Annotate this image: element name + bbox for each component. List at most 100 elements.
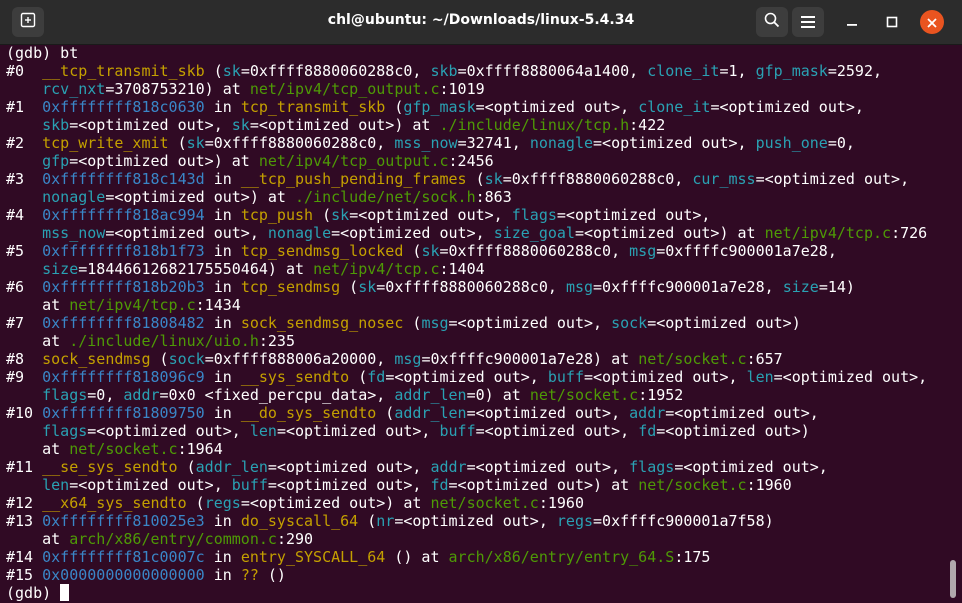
text-segment-addr: 0xffffffff81808482 (42, 314, 205, 332)
minimize-button[interactable] (840, 10, 864, 34)
text-segment-frameno: #7 (6, 314, 43, 332)
search-button[interactable] (756, 7, 788, 37)
text-segment-plain: =<optimized out>) at (240, 494, 431, 512)
terminal-line: #3 0xffffffff818c143d in __tcp_push_pend… (6, 170, 936, 188)
close-button[interactable] (920, 10, 944, 34)
terminal-line: #8 sock_sendmsg (sock=0xffff888006a20000… (6, 350, 936, 368)
terminal-line: at ./include/linux/uio.h:235 (6, 332, 936, 350)
maximize-icon (886, 13, 898, 32)
text-segment-plain: =<optimized out>, (475, 98, 639, 116)
text-segment-param: sk (484, 170, 503, 188)
text-segment-param: sk (358, 278, 377, 296)
text-segment-addr: 0xffffffff818c143d (42, 170, 205, 188)
text-segment-plain: =<optimized out>, (69, 116, 232, 134)
text-segment-func: __se_sys_sendto (42, 458, 178, 476)
text-segment-frameno: #3 (6, 170, 43, 188)
text-segment-param: addr (629, 404, 666, 422)
text-segment-plain: =<optimized out>) (656, 422, 810, 440)
text-segment-plain: () (258, 566, 286, 584)
text-segment-param: clone_it (638, 98, 711, 116)
text-segment-plain: =<optimized out>) at (105, 188, 295, 206)
text-segment-addr: 0xffffffff818b20b3 (42, 278, 205, 296)
text-segment-plain (6, 188, 42, 206)
text-segment-plain: ( (313, 206, 332, 224)
text-segment-param: buff (231, 476, 268, 494)
text-segment-path: net/socket.c (69, 440, 178, 458)
text-segment-plain: =<optimized out>) at (249, 116, 440, 134)
text-segment-param: flags (42, 386, 88, 404)
text-segment-plain: =<optimized out>) at (448, 476, 639, 494)
text-segment-plain: ( (376, 404, 395, 422)
text-segment-plain: :422 (629, 116, 666, 134)
text-segment-path: net/ipv4/tcp.c (764, 224, 892, 242)
text-segment-plain: =<optimized out>, (665, 404, 819, 422)
text-segment-frameno: #13 (6, 512, 43, 530)
terminal-line: #15 0x0000000000000000 in ?? () (6, 566, 936, 584)
text-segment-plain: :175 (674, 548, 711, 566)
text-segment-param: nr (376, 512, 395, 530)
scrollbar-thumb[interactable] (950, 560, 956, 598)
text-segment-param: len (746, 368, 774, 386)
text-segment-param: addr_len (394, 386, 467, 404)
close-icon (927, 13, 937, 32)
prompt-line[interactable]: (gdb) (6, 584, 936, 602)
text-segment-path: ./include/linux/tcp.h (439, 116, 630, 134)
text-segment-plain: =32741, (457, 134, 530, 152)
text-segment-plain: ( (403, 242, 422, 260)
text-segment-plain: :1434 (195, 296, 241, 314)
text-segment-plain: =<optimized out>, (276, 422, 440, 440)
text-segment-param: addr_len (394, 404, 467, 422)
text-segment-param: len (42, 476, 70, 494)
terminal-output[interactable]: (gdb) bt #0 __tcp_transmit_skb (sk=0xffff… (6, 44, 936, 603)
text-segment-plain (6, 422, 42, 440)
text-cursor (60, 584, 70, 601)
text-segment-plain: () at (385, 548, 449, 566)
text-segment-param: fd (367, 368, 386, 386)
terminal-line: #10 0xffffffff81809750 in __do_sys_sendt… (6, 404, 936, 422)
text-segment-frameno: #11 (6, 458, 43, 476)
text-segment-plain: =<optimized out>, (105, 224, 268, 242)
text-segment-plain: =<optimized out>) at (69, 152, 259, 170)
text-segment-param: sock (168, 350, 205, 368)
text-segment-param: flags (629, 458, 675, 476)
text-segment-addr: 0xffffffff810025e3 (42, 512, 205, 530)
text-segment-param: addr_len (195, 458, 268, 476)
text-segment-plain (6, 386, 42, 404)
text-segment-func: sock_sendmsg_nosec (240, 314, 404, 332)
text-segment-plain: =0) at (466, 386, 530, 404)
text-segment-plain: =<optimized out>, (674, 458, 828, 476)
text-segment-plain: :863 (475, 188, 512, 206)
text-segment-param: addr (123, 386, 160, 404)
text-segment-plain: :2456 (448, 152, 494, 170)
text-segment-plain: =<optimized out>) (647, 314, 801, 332)
text-segment-plain: =<optimized out>, (385, 368, 548, 386)
text-segment-param: nonagle (267, 224, 332, 242)
text-segment-plain: =<optimized out>, (267, 476, 431, 494)
text-segment-plain: =0xffffc900001a7e28) at (421, 350, 639, 368)
text-segment-func: __do_sys_sendto (240, 404, 377, 422)
text-segment-param: mss_now (42, 224, 106, 242)
text-segment-frameno: #14 (6, 548, 43, 566)
text-segment-plain: ( (186, 494, 205, 512)
text-segment-addr: 0xffffffff81809750 (42, 404, 205, 422)
text-segment-plain: in (204, 278, 241, 296)
text-segment-plain: ( (204, 62, 223, 80)
text-segment-frameno: #5 (6, 242, 43, 260)
text-segment-plain: ( (403, 314, 422, 332)
text-segment-plain: =<optimized out>, (593, 134, 756, 152)
terminal-line: size=18446612682175550464) at net/ipv4/t… (6, 260, 936, 278)
text-segment-plain: =14) (818, 278, 855, 296)
text-segment-plain (6, 80, 42, 98)
text-segment-plain: =<optimized out>, (584, 368, 747, 386)
terminal-line: #5 0xffffffff818b1f73 in tcp_sendmsg_loc… (6, 242, 936, 260)
menu-button[interactable] (792, 7, 824, 37)
text-segment-param: regs (556, 512, 594, 530)
text-segment-plain (6, 260, 42, 278)
text-segment-plain: in (204, 512, 241, 530)
text-segment-param: sk (222, 62, 241, 80)
maximize-button[interactable] (880, 10, 904, 34)
terminal-line: flags=0, addr=0x0 <fixed_percpu_data>, a… (6, 386, 936, 404)
text-segment-plain: :1404 (439, 260, 485, 278)
text-segment-func: __x64_sys_sendto (42, 494, 187, 512)
text-segment-param: fd (638, 422, 657, 440)
